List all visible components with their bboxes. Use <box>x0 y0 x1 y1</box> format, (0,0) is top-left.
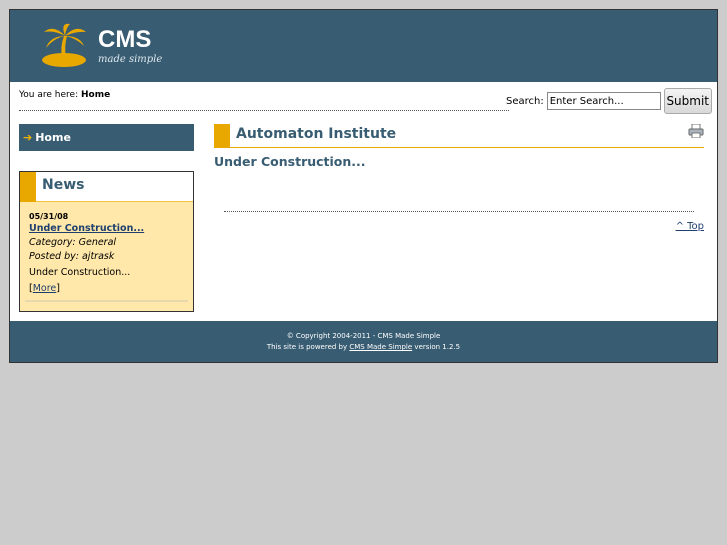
search-input[interactable] <box>546 92 661 110</box>
news-category: Category: General <box>29 237 117 248</box>
printer-icon[interactable] <box>688 124 704 138</box>
cms-link[interactable]: CMS Made Simple <box>349 343 412 351</box>
divider <box>25 300 188 302</box>
palm-island-icon <box>42 23 86 67</box>
news-box: News 05/31/08 Under Construction... Cate… <box>19 171 194 312</box>
news-heading: News <box>42 177 85 193</box>
logo-tagline: made simple <box>98 54 163 65</box>
logo[interactable]: CMS made simple <box>40 22 162 72</box>
footer: © Copyright 2004-2011 - CMS Made Simple … <box>10 321 717 362</box>
news-item: 05/31/08 Under Construction... Category:… <box>20 202 193 296</box>
breadcrumb-current: Home <box>80 90 111 100</box>
top-link[interactable]: ^ Top <box>676 221 704 232</box>
search-form: Search: Submit <box>506 88 712 114</box>
version: version 1.2.5 <box>414 343 461 351</box>
news-title-link[interactable]: Under Construction... <box>29 223 144 234</box>
page-title: Automaton Institute <box>236 126 397 142</box>
menu-item-label: Home <box>35 131 71 144</box>
copyright: © Copyright 2004-2011 - CMS Made Simple <box>286 332 441 340</box>
breadcrumb-label: You are here: <box>19 90 79 100</box>
news-summary: Under Construction... <box>29 267 131 278</box>
submit-button[interactable]: Submit <box>663 88 712 114</box>
breadcrumb: You are here: Home <box>19 90 110 100</box>
page: CMS made simple You are here: Home Searc… <box>9 9 718 363</box>
powered-prefix: This site is powered by <box>266 343 348 351</box>
search-label: Search: <box>506 95 544 107</box>
arrow-right-icon: ➔ <box>23 131 33 144</box>
news-posted-by: Posted by: ajtrask <box>29 251 115 262</box>
menu-item-home[interactable]: ➔ Home <box>19 124 194 151</box>
accent-strip <box>20 172 36 202</box>
divider <box>224 211 694 212</box>
header: CMS made simple <box>10 10 717 82</box>
logo-title: CMS <box>98 26 152 53</box>
accent-square <box>214 124 230 147</box>
main-content: Automaton Institute Under Construction..… <box>214 124 704 169</box>
content-heading: Under Construction... <box>214 154 366 169</box>
news-date: 05/31/08 <box>29 212 69 221</box>
news-more-link[interactable]: More <box>33 283 57 294</box>
divider <box>19 110 509 111</box>
